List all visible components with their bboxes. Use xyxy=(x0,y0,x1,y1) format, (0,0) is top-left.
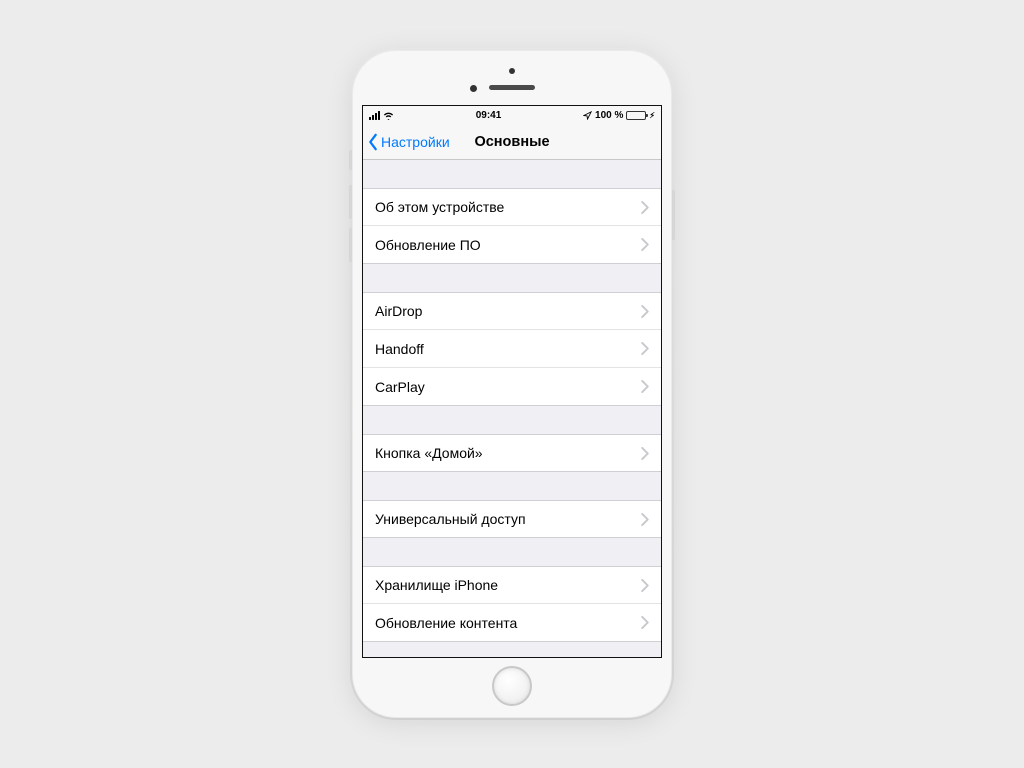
back-button[interactable]: Настройки xyxy=(363,133,450,151)
status-left xyxy=(369,111,394,120)
screen: 09:41 100 % ⚡︎ Настройки Основные Об это… xyxy=(362,105,662,658)
battery-icon xyxy=(626,111,646,120)
chevron-right-icon xyxy=(641,342,649,355)
chevron-right-icon xyxy=(641,305,649,318)
home-button[interactable] xyxy=(492,666,532,706)
settings-group: AirDrop Handoff CarPlay xyxy=(363,292,661,406)
row-background-refresh[interactable]: Обновление контента xyxy=(363,604,661,642)
group-spacer xyxy=(363,160,661,188)
settings-group: Об этом устройстве Обновление ПО xyxy=(363,188,661,264)
row-carplay[interactable]: CarPlay xyxy=(363,368,661,406)
row-label: AirDrop xyxy=(375,303,422,319)
row-handoff[interactable]: Handoff xyxy=(363,330,661,368)
chevron-right-icon xyxy=(641,513,649,526)
location-icon xyxy=(583,111,592,120)
signal-strength-icon xyxy=(369,111,380,120)
row-home-button[interactable]: Кнопка «Домой» xyxy=(363,434,661,472)
row-label: Handoff xyxy=(375,341,424,357)
front-camera xyxy=(509,68,515,74)
back-label: Настройки xyxy=(381,134,450,150)
row-airdrop[interactable]: AirDrop xyxy=(363,292,661,330)
wifi-icon xyxy=(383,111,394,120)
row-software-update[interactable]: Обновление ПО xyxy=(363,226,661,264)
chevron-right-icon xyxy=(641,579,649,592)
chevron-right-icon xyxy=(641,380,649,393)
status-time: 09:41 xyxy=(476,110,502,121)
row-label: Об этом устройстве xyxy=(375,199,504,215)
status-bar: 09:41 100 % ⚡︎ xyxy=(363,106,661,124)
group-spacer xyxy=(363,406,661,434)
chevron-right-icon xyxy=(641,616,649,629)
proximity-sensor xyxy=(470,85,477,92)
volume-up-button xyxy=(349,185,352,219)
row-iphone-storage[interactable]: Хранилище iPhone xyxy=(363,566,661,604)
chevron-right-icon xyxy=(641,238,649,251)
settings-group: Хранилище iPhone Обновление контента xyxy=(363,566,661,642)
row-label: Универсальный доступ xyxy=(375,511,526,527)
row-label: Обновление ПО xyxy=(375,237,481,253)
status-right: 100 % ⚡︎ xyxy=(583,110,655,121)
settings-group: Кнопка «Домой» xyxy=(363,434,661,472)
power-button xyxy=(672,190,675,240)
earpiece-speaker xyxy=(489,85,535,90)
volume-down-button xyxy=(349,228,352,262)
charging-icon: ⚡︎ xyxy=(649,111,655,120)
row-label: CarPlay xyxy=(375,379,425,395)
row-label: Кнопка «Домой» xyxy=(375,445,483,461)
row-accessibility[interactable]: Универсальный доступ xyxy=(363,500,661,538)
chevron-right-icon xyxy=(641,447,649,460)
chevron-left-icon xyxy=(367,133,379,151)
row-label: Хранилище iPhone xyxy=(375,577,498,593)
nav-bar: Настройки Основные xyxy=(363,124,661,160)
row-label: Обновление контента xyxy=(375,615,517,631)
settings-group: Универсальный доступ xyxy=(363,500,661,538)
row-about[interactable]: Об этом устройстве xyxy=(363,188,661,226)
group-spacer xyxy=(363,264,661,292)
group-spacer xyxy=(363,472,661,500)
phone-top xyxy=(352,50,672,105)
chevron-right-icon xyxy=(641,201,649,214)
group-spacer xyxy=(363,538,661,566)
content-scroll[interactable]: Об этом устройстве Обновление ПО AirDrop Ha… xyxy=(363,160,661,657)
mute-switch xyxy=(349,150,352,170)
battery-percentage-text: 100 % xyxy=(595,110,623,121)
phone-frame: 09:41 100 % ⚡︎ Настройки Основные Об это… xyxy=(352,50,672,718)
